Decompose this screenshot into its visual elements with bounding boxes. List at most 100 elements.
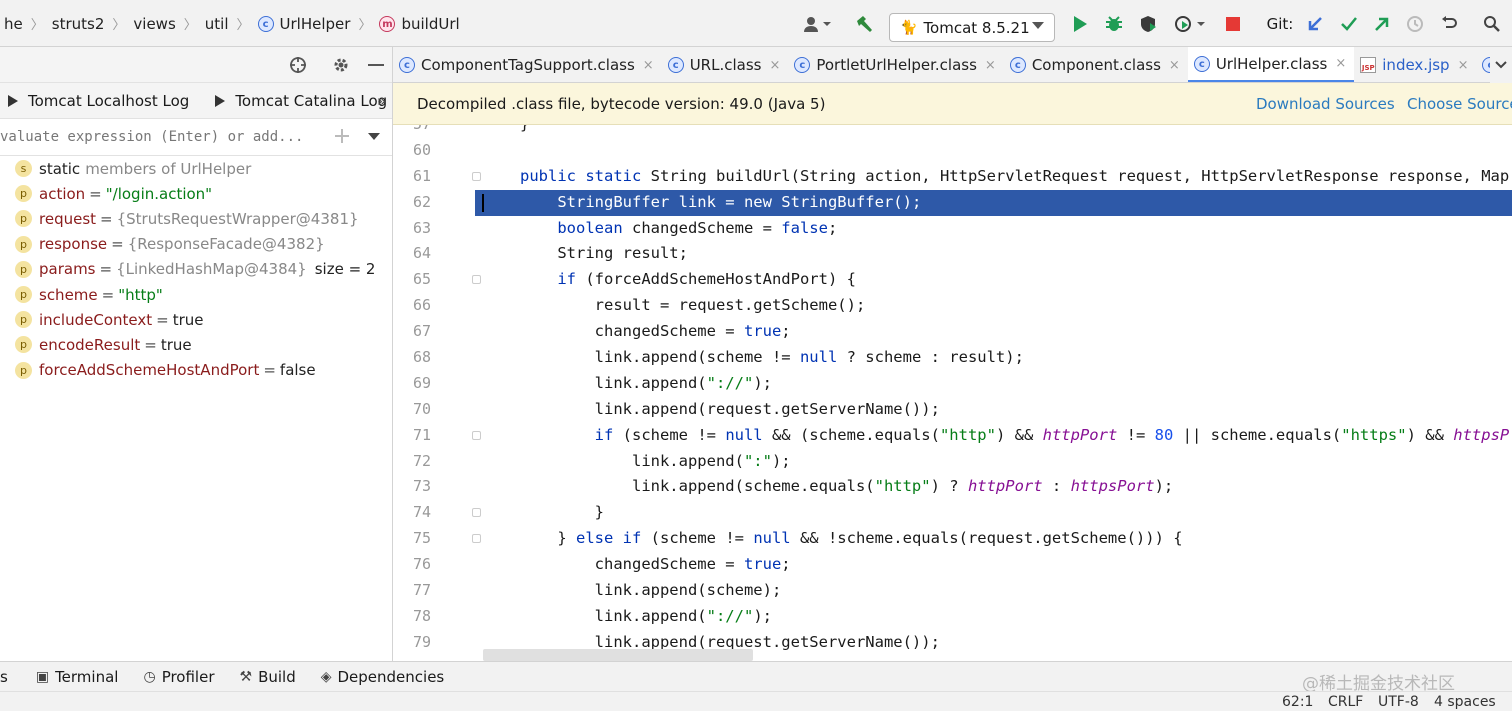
fold-marker-icon[interactable] bbox=[472, 430, 481, 440]
line-number[interactable]: 71 bbox=[393, 423, 431, 449]
line-number[interactable]: 70 bbox=[393, 397, 431, 423]
variable-row[interactable]: p params = {LinkedHashMap@4384} size = 2 bbox=[0, 257, 392, 282]
add-watch-icon[interactable] bbox=[333, 127, 351, 149]
download-sources-link[interactable]: Download Sources bbox=[1256, 95, 1395, 113]
editor-tab[interactable]: JSP index.jsp × bbox=[1354, 47, 1476, 82]
line-number[interactable]: 77 bbox=[393, 578, 431, 604]
line-number[interactable]: 73 bbox=[393, 474, 431, 500]
line-number[interactable]: 57 bbox=[393, 125, 431, 138]
history-icon[interactable] bbox=[1401, 0, 1429, 46]
crosshair-icon[interactable] bbox=[284, 47, 312, 83]
breadcrumb-item[interactable]: util 〉 bbox=[201, 14, 254, 34]
line-number[interactable]: 60 bbox=[393, 138, 431, 164]
line-number[interactable]: 75 bbox=[393, 526, 431, 552]
editor-tab[interactable]: c URL.class × bbox=[662, 47, 789, 82]
chevron-down-icon[interactable] bbox=[368, 133, 380, 140]
line-separator[interactable]: CRLF bbox=[1328, 694, 1363, 710]
class-icon: c bbox=[1193, 55, 1210, 72]
tab-tomcat-catalina-log[interactable]: Tomcat Catalina Log bbox=[207, 92, 387, 110]
line-number[interactable]: 64 bbox=[393, 241, 431, 267]
line-number[interactable]: 68 bbox=[393, 345, 431, 371]
editor-tab[interactable]: c PortletUrlHelper.class × bbox=[788, 47, 1003, 82]
close-icon[interactable]: × bbox=[985, 58, 996, 73]
fold-marker-icon[interactable] bbox=[472, 534, 481, 544]
breadcrumb-item[interactable]: he 〉 bbox=[0, 14, 48, 34]
static-badge-icon: s bbox=[15, 160, 32, 178]
git-update-icon[interactable] bbox=[1301, 0, 1329, 46]
file-encoding[interactable]: UTF-8 bbox=[1378, 694, 1419, 710]
line-number[interactable]: 66 bbox=[393, 293, 431, 319]
evaluate-expression-field[interactable]: valuate expression (Enter) or add... bbox=[0, 119, 392, 156]
choose-source-link[interactable]: Choose Source bbox=[1407, 95, 1512, 113]
debug-icon[interactable] bbox=[1100, 0, 1128, 46]
editor-tab[interactable]: c ComponentTagSupport.class × bbox=[393, 47, 662, 82]
variable-row[interactable]: p request = {StrutsRequestWrapper@4381} bbox=[0, 206, 392, 231]
minimize-icon[interactable] bbox=[362, 47, 390, 83]
tool-tab[interactable]: ⚒ Build bbox=[240, 668, 296, 686]
breadcrumb-item[interactable]: m buildUrl bbox=[375, 15, 463, 33]
variable-row[interactable]: p response = {ResponseFacade@4382} bbox=[0, 232, 392, 257]
close-icon[interactable]: × bbox=[1169, 58, 1180, 73]
search-icon[interactable] bbox=[1478, 0, 1506, 46]
fold-marker-icon[interactable] bbox=[472, 275, 481, 285]
editor-tab[interactable]: c Component.class × bbox=[1004, 47, 1188, 82]
run-config-select[interactable]: 🐈 Tomcat 8.5.21 bbox=[889, 13, 1055, 42]
fold-marker-icon[interactable] bbox=[472, 508, 481, 518]
tool-tab[interactable]: ▣ Terminal bbox=[36, 668, 119, 686]
variable-row[interactable]: p action = "/login.action" bbox=[0, 181, 392, 206]
line-number[interactable]: 65 bbox=[393, 267, 431, 293]
line-number[interactable]: 74 bbox=[393, 500, 431, 526]
close-icon[interactable]: × bbox=[1335, 56, 1346, 71]
fold-marker-icon[interactable] bbox=[472, 171, 481, 181]
user-icon[interactable] bbox=[797, 0, 837, 46]
variable-desc: members of UrlHelper bbox=[85, 159, 252, 178]
variable-row[interactable]: s static members of UrlHelper bbox=[0, 156, 392, 181]
variable-row[interactable]: p scheme = "http" bbox=[0, 282, 392, 307]
coverage-icon[interactable] bbox=[1134, 0, 1162, 46]
tool-tab[interactable]: ◷ Profiler bbox=[143, 668, 214, 686]
code-line: 57} bbox=[393, 125, 1512, 138]
close-icon[interactable]: × bbox=[769, 58, 780, 73]
stop-icon[interactable] bbox=[1219, 0, 1247, 46]
line-number[interactable]: 63 bbox=[393, 216, 431, 242]
run-icon[interactable] bbox=[1066, 0, 1094, 46]
build-hammer-icon[interactable] bbox=[849, 0, 879, 46]
variable-name: request bbox=[39, 209, 97, 228]
indent-setting[interactable]: 4 spaces bbox=[1434, 694, 1496, 710]
chevron-right-icon: 〉 bbox=[30, 18, 44, 33]
profile-run-icon[interactable] bbox=[1168, 0, 1212, 46]
rollback-icon[interactable] bbox=[1435, 0, 1463, 46]
close-icon[interactable]: × bbox=[643, 58, 654, 73]
variable-row[interactable]: p includeContext = true bbox=[0, 307, 392, 332]
horizontal-scrollbar[interactable] bbox=[483, 649, 753, 661]
line-number[interactable]: 62 bbox=[393, 190, 431, 216]
tab-label: index.jsp bbox=[1382, 56, 1450, 74]
line-number[interactable]: 78 bbox=[393, 604, 431, 630]
line-number[interactable]: 61 bbox=[393, 164, 431, 190]
breadcrumb-item[interactable]: c UrlHelper 〉 bbox=[254, 14, 376, 33]
line-number[interactable]: 72 bbox=[393, 449, 431, 475]
tool-tab[interactable]: ◈ Dependencies bbox=[321, 668, 445, 686]
line-number[interactable]: 76 bbox=[393, 552, 431, 578]
breadcrumb-item[interactable]: struts2 〉 bbox=[48, 14, 130, 34]
code-line: 63 boolean changedScheme = false; bbox=[393, 216, 1512, 242]
editor-tab[interactable]: c UrlHelper.class × bbox=[1187, 47, 1355, 82]
tabs-overflow-chevron-icon[interactable] bbox=[1490, 47, 1512, 83]
close-icon[interactable]: × bbox=[1458, 58, 1469, 73]
git-commit-icon[interactable] bbox=[1335, 0, 1363, 46]
breadcrumb-item[interactable]: views 〉 bbox=[129, 14, 200, 34]
variable-row[interactable]: p forceAddSchemeHostAndPort = false bbox=[0, 358, 392, 383]
caret-position[interactable]: 62:1 bbox=[1282, 694, 1313, 710]
tool-tab[interactable]: s bbox=[0, 668, 8, 686]
gear-icon[interactable] bbox=[327, 47, 355, 83]
more-tabs-icon[interactable]: » bbox=[377, 92, 386, 110]
line-number[interactable]: 67 bbox=[393, 319, 431, 345]
code-editor[interactable]: 57}6061public static String buildUrl(Str… bbox=[393, 125, 1512, 661]
class-icon: c bbox=[794, 57, 811, 73]
variable-row[interactable]: p encodeResult = true bbox=[0, 332, 392, 357]
log-tabs: Tomcat Localhost Log Tomcat Catalina Log… bbox=[0, 83, 392, 119]
git-push-icon[interactable] bbox=[1368, 0, 1396, 46]
tab-tomcat-localhost-log[interactable]: Tomcat Localhost Log bbox=[0, 92, 189, 110]
line-number[interactable]: 79 bbox=[393, 630, 431, 656]
line-number[interactable]: 69 bbox=[393, 371, 431, 397]
